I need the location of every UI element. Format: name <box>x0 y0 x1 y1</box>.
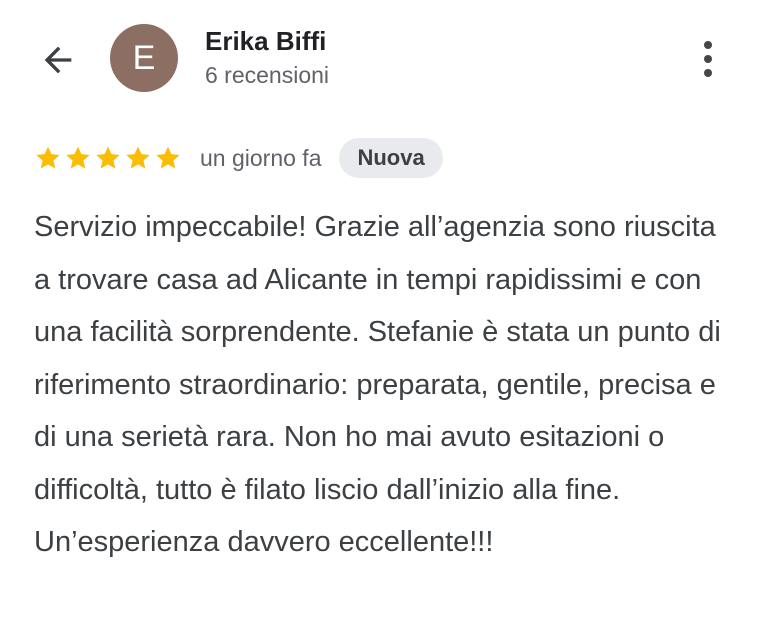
rating-row: un giorno fa Nuova <box>34 136 443 180</box>
more-vert-icon <box>704 41 712 77</box>
star-rating <box>34 144 182 172</box>
review-date: un giorno fa <box>200 144 322 171</box>
more-options-button[interactable] <box>690 38 726 82</box>
star-icon <box>66 146 90 169</box>
author-review-count: 6 recensioni <box>205 62 330 88</box>
review-header: E Erika Biffi 6 recensioni <box>0 0 768 120</box>
review-text: Servizio impeccabile! Grazie all’agenzia… <box>34 211 721 558</box>
author-name[interactable]: Erika Biffi <box>205 26 326 57</box>
new-badge: Nuova <box>339 138 443 178</box>
back-button[interactable] <box>36 40 80 80</box>
arrow-left-icon <box>44 46 72 74</box>
avatar[interactable]: E <box>110 24 178 92</box>
star-icon <box>36 146 60 169</box>
avatar-letter: E <box>132 38 156 77</box>
star-icon <box>156 146 180 169</box>
star-icon <box>126 146 150 169</box>
star-icon <box>96 146 120 169</box>
